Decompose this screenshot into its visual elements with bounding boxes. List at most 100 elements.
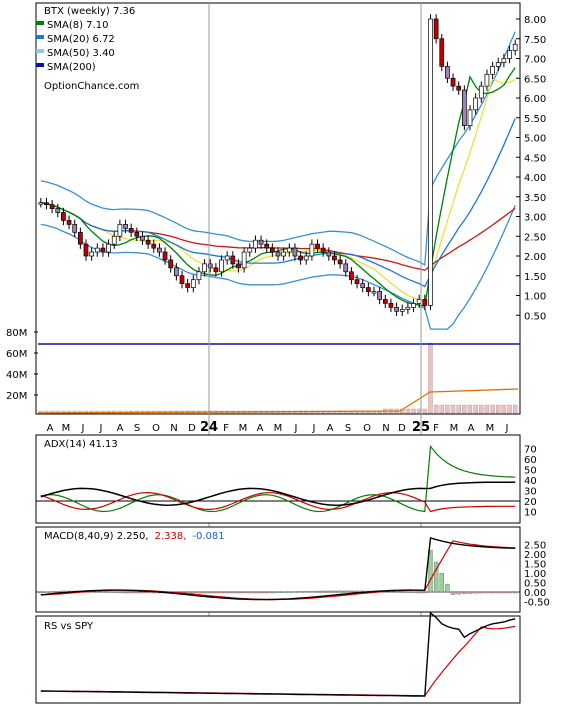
macd-hist-bar <box>479 591 484 594</box>
macd-hist-bar <box>298 591 303 593</box>
macd-hist-bar <box>411 591 416 594</box>
x-tick-label: M <box>450 423 459 434</box>
x-tick-label: O <box>363 423 371 434</box>
adx-tick-label: 40 <box>524 476 537 487</box>
macd-hist-bar <box>394 591 399 593</box>
macd-hist-bar <box>326 590 332 593</box>
macd-hist-bar <box>490 591 495 594</box>
candle-body <box>123 224 128 229</box>
candle-body <box>456 85 462 91</box>
candle-body <box>38 202 44 205</box>
watermark: OptionChance.com <box>44 81 139 92</box>
x-tick-label: D <box>188 423 196 434</box>
volume-bar <box>496 404 501 414</box>
price-tick-label: 2.00 <box>524 252 546 263</box>
candle-body <box>219 259 224 273</box>
macd-hist-bar <box>287 591 292 593</box>
volume-bar <box>450 404 456 414</box>
macd-axis: 2.502.001.501.000.500.00-0.50 <box>524 541 550 609</box>
candle-body <box>343 263 349 273</box>
macd-hist-bar <box>467 591 473 594</box>
x-tick-label: A <box>468 423 475 434</box>
macd-hist-bar <box>106 591 111 593</box>
volume-bar <box>479 404 484 414</box>
candle-body <box>72 224 78 233</box>
candle-body <box>309 243 315 257</box>
candle-body <box>326 251 332 257</box>
x-tick-label: S <box>345 423 351 434</box>
candle-body <box>490 66 495 75</box>
macd-hist-bar <box>191 591 196 594</box>
macd-hist-bar <box>241 591 247 594</box>
x-tick-label: A <box>257 423 264 434</box>
price-tick-label: 0.50 <box>524 311 546 322</box>
candle-body <box>253 239 258 249</box>
volume-bar <box>462 404 467 414</box>
volume-bar <box>490 404 495 414</box>
macd-hist-bar <box>343 590 348 593</box>
legend-swatch <box>36 35 44 39</box>
volume-bar <box>405 408 411 414</box>
candle-body <box>145 239 151 245</box>
price-tick-label: 3.50 <box>524 193 546 204</box>
candle-body <box>495 62 501 67</box>
candle-body <box>411 303 416 308</box>
legend-entry: SMA(50) 3.40 <box>47 48 115 59</box>
price-tick-label: 5.00 <box>524 134 546 145</box>
volume-axis: 80M 60M 40M 20M <box>6 328 38 402</box>
legend-swatch <box>36 49 44 53</box>
macd-hist-bar <box>208 591 213 594</box>
macd-hist-bar <box>456 591 461 595</box>
x-tick-label: J <box>81 423 85 434</box>
candle-body <box>174 267 179 277</box>
macd-hist-bar <box>230 591 236 594</box>
x-tick-label: F <box>223 423 229 434</box>
candle-body <box>405 307 411 310</box>
macd-hist-bar <box>292 591 298 593</box>
candle-body <box>377 291 382 300</box>
legend-entry: SMA(20) 6.72 <box>47 34 115 45</box>
price-tick-label: 4.50 <box>524 153 546 164</box>
macd-hist-bar <box>405 591 411 593</box>
stock-chart: 8.00 7.50 7.00 6.50 6.00 5.50 5.00 4.50 4.00 3.50… <box>6 2 550 704</box>
legend-swatch <box>36 21 44 25</box>
macd-hist-bar <box>462 591 467 595</box>
candle-body <box>382 299 388 304</box>
candle-body <box>140 235 145 241</box>
legend-swatch <box>36 63 44 67</box>
macd-hist-bar <box>219 591 224 594</box>
candle-body <box>270 247 275 253</box>
legend-entry: SMA(8) 7.10 <box>47 20 108 31</box>
adx-tick-label: 20 <box>524 497 537 508</box>
macd-hist-bar <box>512 591 518 594</box>
x-tick-label: D <box>398 423 406 434</box>
adx-tick-label: 50 <box>524 466 537 477</box>
price-tick-label: 1.50 <box>524 272 546 283</box>
candle-body <box>281 251 286 257</box>
volume-tick-label: 80M <box>6 328 27 339</box>
candle-body <box>241 251 247 269</box>
candle-body <box>320 247 326 253</box>
x-tick-label: A <box>47 423 54 434</box>
candle-body <box>298 255 303 261</box>
volume-bar <box>411 408 416 414</box>
volume-bar <box>433 404 439 414</box>
candle-body <box>501 58 507 63</box>
x-tick-label: M <box>239 423 248 434</box>
macd-hist-bar <box>270 591 275 594</box>
macd-hist-bar <box>264 591 269 594</box>
x-tick-label: M <box>486 423 495 434</box>
candle-body <box>473 97 478 111</box>
candle-body <box>286 247 292 253</box>
x-tick-label: O <box>152 423 160 434</box>
candle-body <box>202 263 207 273</box>
candle-body <box>247 247 253 253</box>
x-tick-label: F <box>433 423 439 434</box>
symbol-label: BTX (weekly) 7.36 <box>44 6 135 17</box>
candle-body <box>478 85 484 99</box>
price-tick-label: 3.00 <box>524 213 546 224</box>
candle-body <box>185 283 190 288</box>
price-tick-label: 8.00 <box>524 15 546 26</box>
candle-body <box>44 202 49 206</box>
candle-body <box>94 247 100 253</box>
